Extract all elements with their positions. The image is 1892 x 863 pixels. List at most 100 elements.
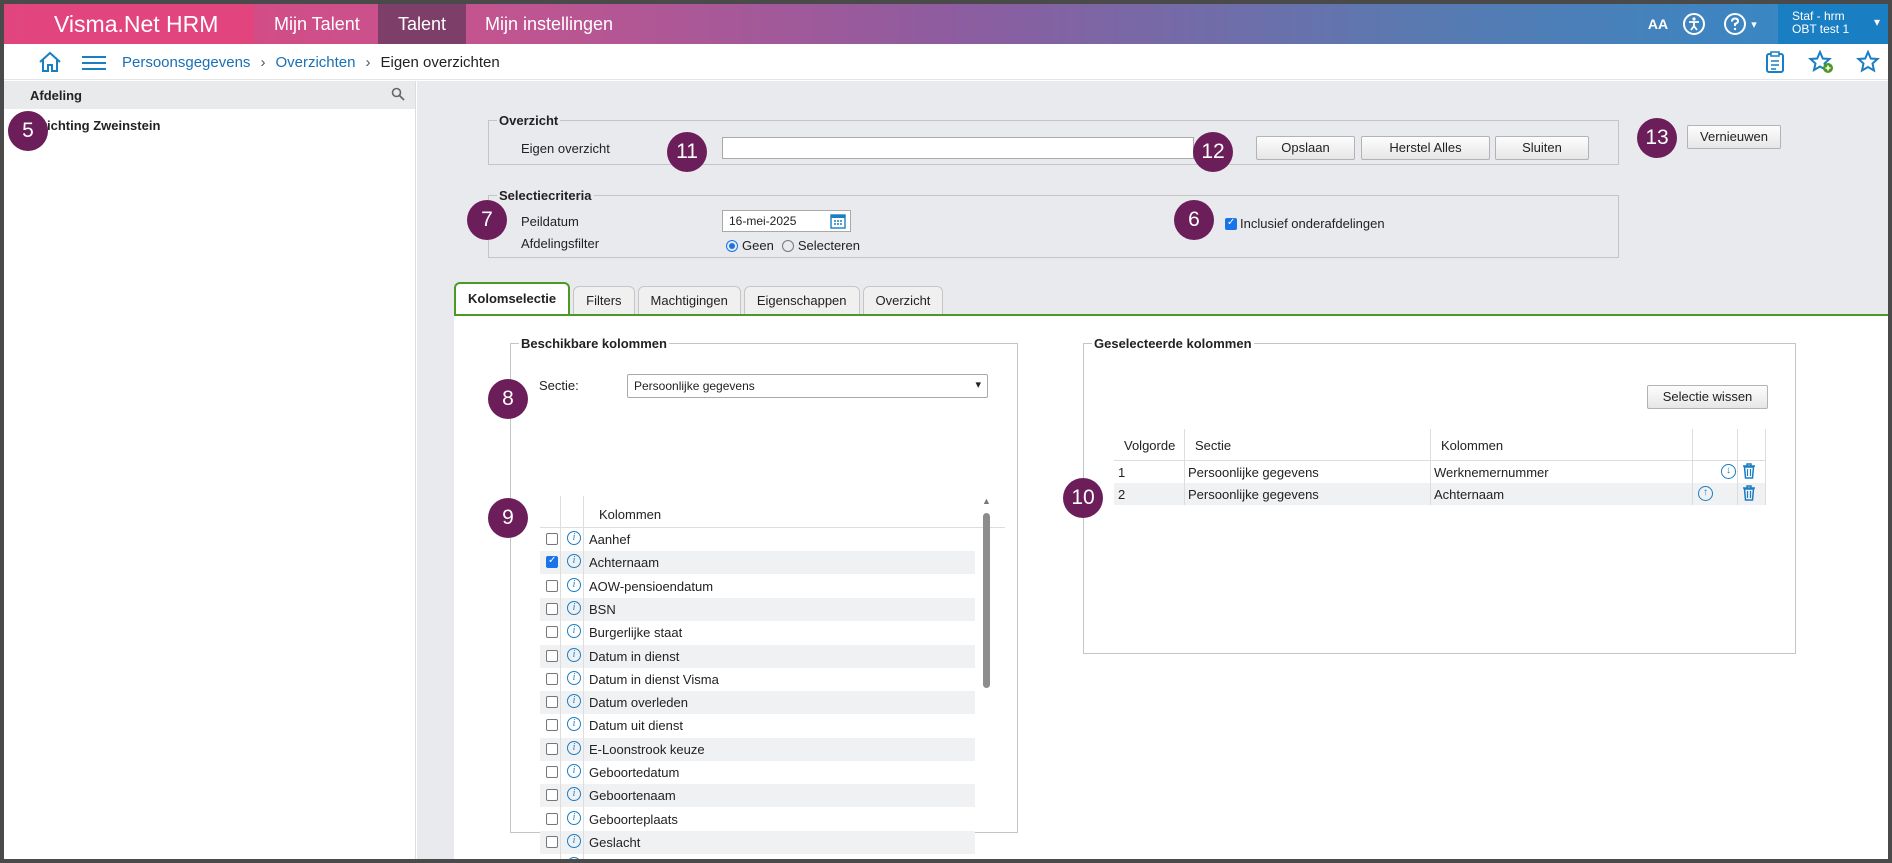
column-checkbox[interactable]: [546, 859, 558, 863]
info-icon[interactable]: i: [567, 670, 581, 685]
list-item[interactable]: i BSN: [540, 597, 975, 621]
help-icon[interactable]: ▾: [1712, 4, 1768, 44]
close-button[interactable]: Sluiten: [1495, 136, 1589, 160]
list-item[interactable]: i Geboortedatum: [540, 761, 975, 784]
column-checkbox[interactable]: [546, 719, 558, 732]
step-marker-13: 13: [1637, 118, 1677, 158]
breadcrumb: Persoonsgegevens › Overzichten › Eigen o…: [122, 54, 500, 71]
clipboard-icon[interactable]: [1764, 50, 1786, 77]
info-icon[interactable]: i: [567, 531, 581, 545]
table-row[interactable]: 2 Persoonlijke gegevens Achternaam ↑: [1114, 483, 1766, 505]
column-checkbox[interactable]: [546, 533, 558, 545]
list-item[interactable]: i Aanhef: [540, 528, 975, 551]
column-divider: [1430, 429, 1431, 505]
column-checkbox[interactable]: [546, 766, 558, 778]
list-item[interactable]: i Burgerlijke staat: [540, 621, 975, 644]
accessibility-icon[interactable]: [1676, 4, 1712, 44]
info-icon[interactable]: i: [567, 577, 581, 592]
list-item[interactable]: i Geslacht: [540, 830, 975, 854]
include-subdepartments-checkbox[interactable]: [1225, 217, 1237, 230]
info-icon[interactable]: i: [567, 624, 581, 639]
calendar-icon[interactable]: [830, 213, 846, 232]
column-checkbox[interactable]: [546, 812, 558, 825]
list-item[interactable]: i Datum in dienst: [540, 644, 975, 668]
nav-tab-mijn-talent[interactable]: Mijn Talent: [254, 4, 380, 44]
home-icon[interactable]: [38, 51, 62, 76]
info-icon[interactable]: i: [567, 554, 581, 569]
column-divider: [583, 496, 584, 859]
search-icon[interactable]: [391, 87, 405, 104]
clear-selection-button[interactable]: Selectie wissen: [1647, 385, 1768, 409]
info-icon[interactable]: i: [567, 787, 581, 802]
nav-tab-mijn-instellingen[interactable]: Mijn instellingen: [465, 4, 633, 44]
user-menu[interactable]: Staf - hrm OBT test 1 ▾: [1778, 4, 1888, 44]
column-checkbox[interactable]: [546, 602, 558, 615]
column-checkbox[interactable]: [546, 555, 558, 569]
tab-overzicht[interactable]: Overzicht: [862, 286, 944, 314]
breadcrumb-persoonsgegevens[interactable]: Persoonsgegevens: [122, 54, 250, 71]
save-button[interactable]: Opslaan: [1256, 136, 1355, 160]
step-marker-5: 5: [8, 111, 48, 151]
tab-machtigingen[interactable]: Machtigingen: [637, 286, 741, 314]
column-checkbox[interactable]: [546, 579, 558, 592]
step-marker-8: 8: [488, 379, 528, 419]
column-checkbox[interactable]: [546, 789, 558, 802]
delete-icon[interactable]: [1742, 485, 1756, 504]
column-checkbox[interactable]: [546, 742, 558, 755]
afdelingsfilter-label: Afdelingsfilter: [521, 236, 600, 251]
breadcrumb-overzichten[interactable]: Overzichten: [275, 54, 355, 71]
info-icon[interactable]: i: [567, 740, 581, 755]
sectie-select[interactable]: Persoonlijke gegevens ▾: [627, 374, 988, 398]
info-icon[interactable]: i: [567, 717, 581, 732]
nav-tab-talent[interactable]: Talent: [378, 4, 467, 44]
brand-logo[interactable]: Visma.Net HRM: [24, 4, 254, 44]
radio-selecteren[interactable]: [781, 239, 794, 252]
info-icon[interactable]: i: [567, 647, 581, 662]
list-item[interactable]: i Geboorteplaats: [540, 808, 975, 831]
move-down-icon[interactable]: ↓: [1721, 464, 1736, 479]
column-divider: [1692, 429, 1693, 505]
list-item[interactable]: i Datum uit dienst: [540, 714, 975, 737]
info-icon[interactable]: i: [567, 810, 581, 825]
column-checkbox[interactable]: [546, 835, 558, 848]
font-size-icon[interactable]: AA: [1640, 4, 1676, 44]
info-icon[interactable]: i: [567, 833, 581, 848]
scroll-up-icon[interactable]: ▲: [982, 496, 991, 506]
list-item[interactable]: i Geboortenaam: [540, 784, 975, 808]
hamburger-menu-icon[interactable]: [82, 55, 106, 74]
column-checkbox[interactable]: [546, 672, 558, 685]
refresh-button[interactable]: Vernieuwen: [1687, 125, 1781, 149]
move-up-icon[interactable]: ↑: [1698, 486, 1713, 501]
list-scrollbar[interactable]: ▲ ▼: [980, 496, 992, 859]
info-icon[interactable]: i: [567, 764, 581, 778]
info-icon[interactable]: i: [567, 694, 581, 709]
tab-eigenschappen[interactable]: Eigenschappen: [743, 286, 860, 314]
tab-filters[interactable]: Filters: [573, 286, 635, 314]
list-item[interactable]: i AOW-pensioendatum: [540, 575, 975, 598]
reset-all-button[interactable]: Herstel Alles: [1361, 136, 1490, 160]
scroll-thumb[interactable]: [983, 513, 990, 688]
peildatum-input[interactable]: 16-mei-2025: [722, 210, 851, 232]
list-item[interactable]: i Jubileum: [540, 854, 975, 863]
main-content: Overzicht Eigen overzicht Opslaan Herste…: [417, 81, 1888, 863]
row-order: 2: [1118, 487, 1126, 502]
column-checkbox[interactable]: [546, 696, 558, 709]
sidebar-title: Afdeling: [30, 88, 82, 103]
tab-kolomselectie[interactable]: Kolomselectie: [454, 282, 571, 314]
info-icon[interactable]: i: [567, 600, 581, 615]
radio-geen[interactable]: [726, 239, 738, 252]
list-item[interactable]: i Datum in dienst Visma: [540, 668, 975, 691]
tree-item-stichting-zweinstein[interactable]: Stichting Zweinstein: [34, 118, 160, 133]
table-row[interactable]: 1 Persoonlijke gegevens Werknemernummer …: [1114, 461, 1766, 483]
delete-icon[interactable]: [1742, 463, 1756, 482]
list-item[interactable]: i E-Loonstrook keuze: [540, 737, 975, 761]
add-favorite-icon[interactable]: [1808, 49, 1834, 77]
favorites-star-icon[interactable]: [1856, 49, 1880, 77]
eigen-overzicht-input[interactable]: [722, 137, 1194, 159]
scroll-down-icon[interactable]: ▼: [982, 857, 991, 859]
info-icon[interactable]: i: [567, 857, 581, 859]
list-item[interactable]: i Achternaam: [540, 551, 975, 575]
column-checkbox[interactable]: [546, 649, 558, 662]
column-checkbox[interactable]: [546, 626, 558, 639]
list-item[interactable]: i Datum overleden: [540, 691, 975, 715]
